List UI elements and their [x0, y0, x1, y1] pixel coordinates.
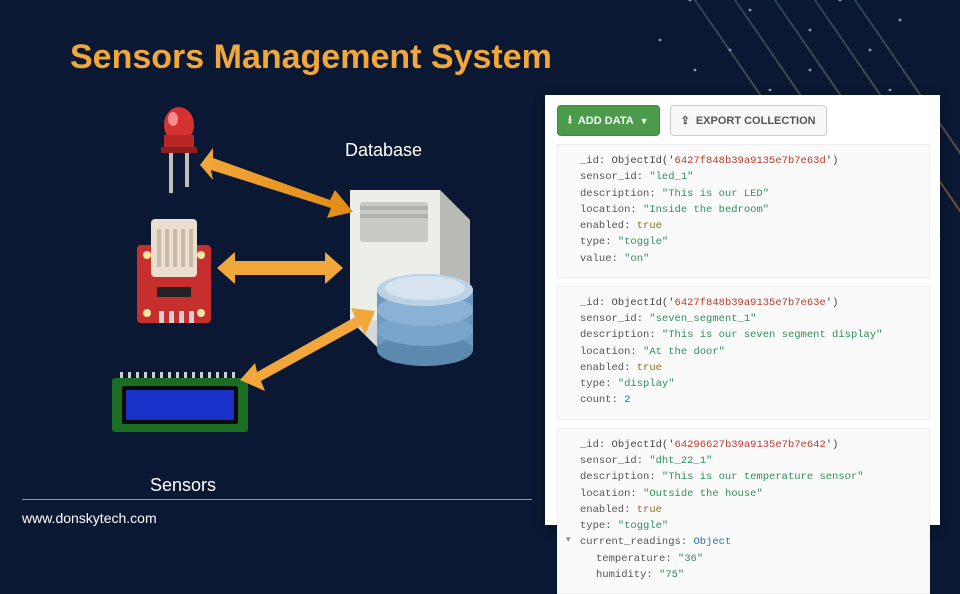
panel-toolbar: ⭳ ADD DATA ▼ ⇪ EXPORT COLLECTION — [557, 105, 930, 136]
field-enabled: enabled: true — [580, 502, 919, 518]
field-sensor_id: sensor_id: "led_1" — [580, 169, 919, 185]
document: _id: ObjectId('6427f848b39a9135e7b7e63d'… — [557, 144, 930, 278]
add-data-button[interactable]: ⭳ ADD DATA ▼ — [557, 105, 660, 136]
field-enabled: enabled: true — [580, 360, 919, 376]
field-description: description: "This is our seven segment … — [580, 327, 919, 343]
add-data-label: ADD DATA — [578, 115, 634, 127]
page-title: Sensors Management System — [70, 38, 552, 77]
field-humidity: humidity: "75" — [580, 567, 919, 583]
field-description: description: "This is our temperature se… — [580, 469, 919, 485]
field-id: _id: ObjectId('6427f848b39a9135e7b7e63e'… — [580, 295, 919, 311]
expand-icon[interactable]: ▾ — [566, 534, 571, 548]
sensors-label: Sensors — [150, 475, 216, 496]
field-sensor_id: sensor_id: "seven_segment_1" — [580, 311, 919, 327]
footer-url: www.donskytech.com — [22, 510, 157, 526]
field-value: value: "on" — [580, 251, 919, 267]
caret-down-icon: ▼ — [640, 116, 649, 126]
field-count: count: 2 — [580, 392, 919, 408]
document: _id: ObjectId('64296627b39a9135e7b7e642'… — [557, 428, 930, 594]
field-type: type: "display" — [580, 376, 919, 392]
field-id: _id: ObjectId('6427f848b39a9135e7b7e63d'… — [580, 153, 919, 169]
footer-divider — [22, 499, 532, 500]
field-temperature: temperature: "36" — [580, 551, 919, 567]
database-server-icon — [330, 180, 490, 390]
led-icon — [155, 105, 203, 195]
field-current_readings: ▾current_readings: Object — [580, 534, 919, 550]
database-label: Database — [345, 140, 422, 161]
arrow-module-db — [215, 248, 345, 288]
document: _id: ObjectId('6427f848b39a9135e7b7e63e'… — [557, 286, 930, 420]
export-collection-button[interactable]: ⇪ EXPORT COLLECTION — [670, 105, 827, 136]
document-panel: ⭳ ADD DATA ▼ ⇪ EXPORT COLLECTION _id: Ob… — [545, 95, 940, 525]
download-icon: ⭳ — [568, 111, 572, 130]
field-type: type: "toggle" — [580, 234, 919, 250]
field-location: location: "At the door" — [580, 344, 919, 360]
field-type: type: "toggle" — [580, 518, 919, 534]
sensor-module-icon — [135, 215, 213, 325]
field-id: _id: ObjectId('64296627b39a9135e7b7e642'… — [580, 437, 919, 453]
field-description: description: "This is our LED" — [580, 186, 919, 202]
export-icon: ⇪ — [681, 114, 690, 127]
field-location: location: "Inside the bedroom" — [580, 202, 919, 218]
lcd-display-icon — [110, 370, 250, 440]
field-enabled: enabled: true — [580, 218, 919, 234]
field-sensor_id: sensor_id: "dht_22_1" — [580, 453, 919, 469]
field-location: location: "Outside the house" — [580, 486, 919, 502]
export-collection-label: EXPORT COLLECTION — [696, 115, 816, 127]
